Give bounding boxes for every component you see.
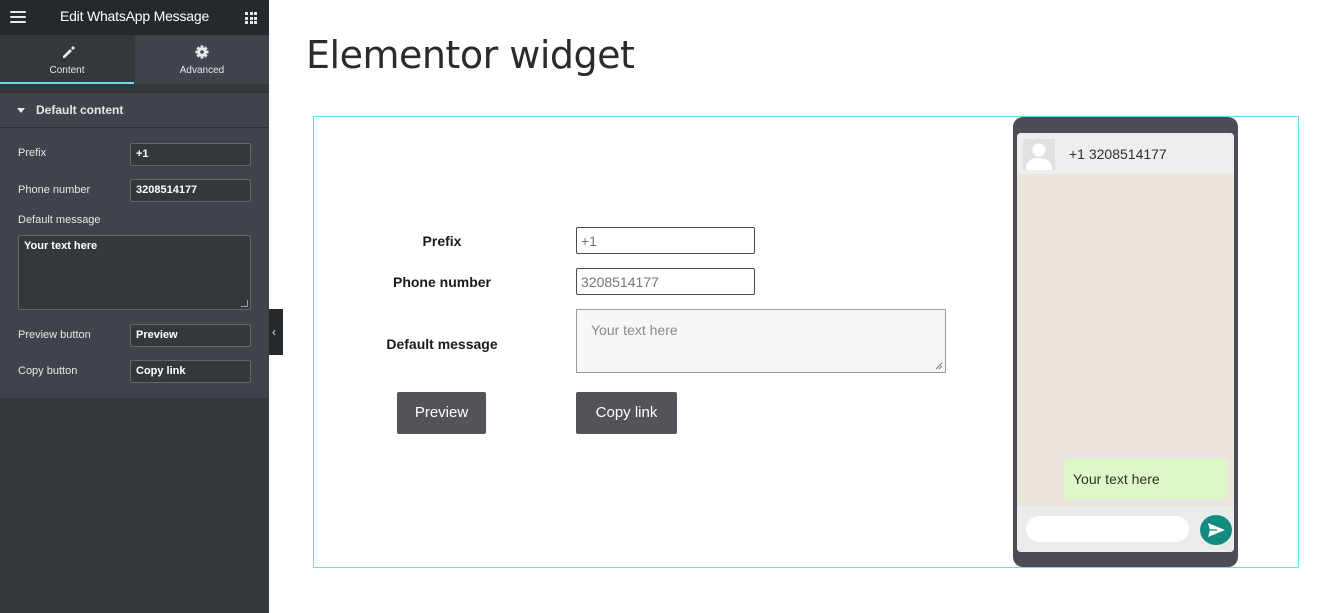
prefix-control-label: Prefix: [18, 147, 47, 159]
prefix-input[interactable]: [576, 227, 755, 254]
tab-content[interactable]: Content: [0, 35, 134, 84]
preview-button-control-label: Preview button: [18, 329, 91, 341]
copy-button-control-input[interactable]: Copy link: [130, 360, 251, 383]
preview-button-control-input[interactable]: Preview: [130, 324, 251, 347]
section-default-content[interactable]: Default content: [0, 92, 269, 128]
user-icon: [1026, 143, 1052, 170]
message-control-value: Your text here: [24, 240, 98, 252]
collapse-panel-button[interactable]: ‹: [269, 309, 283, 355]
prefix-control-input[interactable]: +1: [130, 143, 251, 166]
chat-composer: [1017, 506, 1234, 552]
default-message-textarea[interactable]: Your text here: [576, 309, 946, 373]
default-message-label: Default message: [386, 336, 498, 352]
resize-handle-icon[interactable]: [935, 362, 943, 370]
send-button[interactable]: [1200, 515, 1232, 545]
message-bubble: Your text here: [1064, 459, 1228, 499]
message-control-textarea[interactable]: Your text here: [18, 235, 251, 310]
chevron-left-icon: ‹: [272, 325, 276, 339]
page-title: Elementor widget: [306, 33, 635, 77]
chat-header: +1 3208514177: [1017, 133, 1234, 174]
message-control-label: Default message: [18, 214, 101, 226]
chat-contact-number: +1 3208514177: [1069, 146, 1167, 162]
phone-number-label: Phone number: [392, 274, 491, 290]
phone-control-label: Phone number: [18, 184, 91, 196]
chat-screen: +1 3208514177 Your text here: [1017, 133, 1234, 552]
prefix-label: Prefix: [422, 233, 462, 249]
phone-preview: +1 3208514177 Your text here: [1013, 117, 1238, 567]
chat-message-input[interactable]: [1026, 516, 1189, 542]
tab-advanced-label: Advanced: [179, 65, 225, 76]
preview-button[interactable]: Preview: [397, 392, 486, 434]
editor-sidebar: Edit WhatsApp Message Content Advanced D…: [0, 0, 269, 613]
editor-header: Edit WhatsApp Message: [0, 0, 269, 35]
phone-number-input[interactable]: [576, 268, 755, 295]
copy-button-control-label: Copy button: [18, 365, 78, 377]
default-message-placeholder: Your text here: [591, 322, 678, 338]
avatar: [1023, 139, 1055, 170]
editor-tabs: Content Advanced: [0, 35, 269, 84]
send-icon: [1208, 523, 1225, 537]
gear-icon: [195, 45, 209, 59]
editor-title: Edit WhatsApp Message: [59, 8, 210, 24]
copy-link-button[interactable]: Copy link: [576, 392, 677, 434]
phone-control-input[interactable]: 3208514177: [130, 179, 251, 202]
caret-down-icon: [17, 108, 25, 113]
tab-advanced[interactable]: Advanced: [135, 35, 269, 84]
widgets-grid-icon[interactable]: [245, 12, 257, 24]
tab-content-label: Content: [49, 65, 85, 76]
resize-handle-icon[interactable]: [241, 300, 248, 307]
section-title: Default content: [36, 103, 124, 117]
pencil-icon: [63, 46, 75, 58]
